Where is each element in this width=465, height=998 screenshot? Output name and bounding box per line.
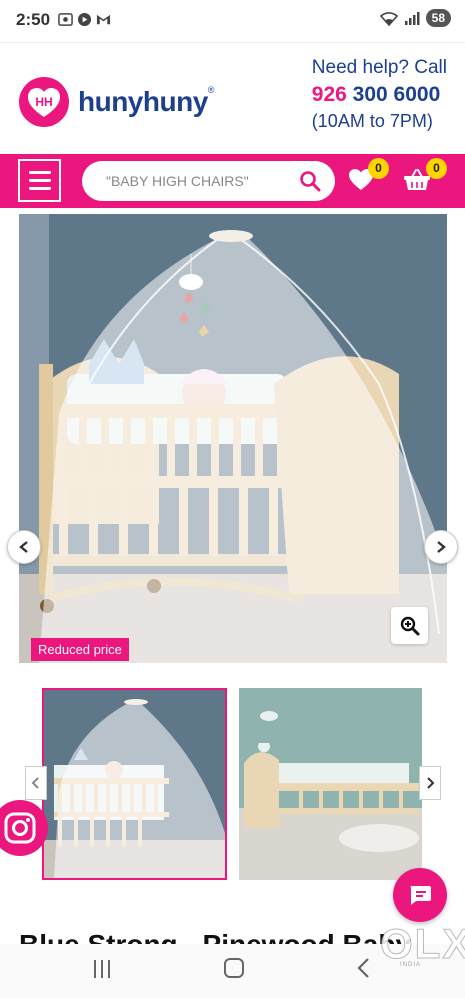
recents-button[interactable]	[94, 960, 110, 978]
help-hours: (10AM to 7PM)	[311, 111, 433, 131]
status-time: 2:50	[16, 10, 51, 29]
logo-heart-icon: HH	[19, 77, 69, 127]
home-button[interactable]	[224, 958, 244, 978]
search-placeholder: "BABY HIGH CHAIRS"	[106, 173, 249, 189]
image-prev-button[interactable]	[7, 530, 41, 564]
instagram-icon	[4, 812, 36, 844]
help-title: Need help? Call	[311, 57, 447, 78]
reduced-price-badge: Reduced price	[31, 638, 129, 661]
thumbnail-crib-photo	[44, 690, 225, 878]
cart-count-badge: 0	[426, 158, 447, 179]
thumbnail-prev-button[interactable]	[25, 766, 47, 800]
help-phone[interactable]: 926 300 6000	[312, 83, 447, 107]
zoom-button[interactable]	[391, 607, 428, 644]
chevron-left-icon	[31, 777, 39, 789]
wishlist-count-badge: 0	[368, 158, 389, 179]
image-next-button[interactable]	[424, 530, 458, 564]
menu-line	[28, 171, 51, 174]
hamburger-menu-button[interactable]	[18, 159, 61, 202]
help-contact: Need help? Call 926 300 6000 (10AM to 7P…	[312, 57, 447, 132]
olx-watermark-sub: INDIA	[400, 962, 422, 968]
thumbnail-1[interactable]	[42, 688, 227, 880]
status-bar: 2:50 58	[0, 0, 465, 42]
logo-registered-mark: ®	[207, 85, 215, 95]
thumbnail-2[interactable]	[239, 688, 422, 880]
back-icon[interactable]	[356, 957, 372, 979]
search-icon[interactable]	[299, 170, 321, 192]
olx-watermark: OLX	[379, 920, 465, 968]
battery-indicator: 58	[425, 9, 451, 27]
chevron-left-icon	[19, 541, 28, 553]
search-input[interactable]: "BABY HIGH CHAIRS"	[82, 161, 335, 201]
svg-text:HH: HH	[35, 95, 52, 109]
cart-button[interactable]: 0	[403, 158, 447, 197]
recents-bar	[94, 960, 96, 978]
menu-line	[28, 179, 51, 182]
signal-icon	[404, 11, 420, 25]
chat-icon	[410, 886, 431, 905]
menu-line	[28, 187, 51, 190]
zoom-in-icon	[400, 616, 419, 635]
status-notification-icons	[58, 12, 111, 27]
chevron-right-icon	[427, 777, 435, 789]
hunyhuny-logo[interactable]: HH hunyhuny ®	[18, 76, 214, 128]
screen-record-icon	[58, 13, 73, 26]
wishlist-button[interactable]: 0	[348, 158, 389, 197]
play-icon	[77, 12, 92, 27]
thumbnail-next-button[interactable]	[419, 766, 441, 800]
status-right: 58	[379, 9, 451, 27]
gmail-icon	[96, 14, 111, 25]
recents-bar	[101, 960, 103, 978]
logo-text: hunyhuny	[78, 86, 208, 117]
nav-bar: "BABY HIGH CHAIRS" 0 0	[0, 154, 465, 208]
help-phone-number: 300 6000	[346, 83, 441, 106]
crib-photo	[19, 214, 447, 663]
help-phone-prefix: 926	[311, 83, 347, 106]
site-header: HH hunyhuny ® Need help? Call 926 300 60…	[0, 42, 465, 154]
product-main-image[interactable]	[19, 214, 447, 663]
thumbnail-bed-photo	[239, 688, 422, 880]
instagram-button[interactable]	[0, 800, 48, 856]
recents-bar	[108, 960, 110, 978]
chevron-right-icon	[437, 541, 446, 553]
wifi-icon	[379, 11, 398, 26]
chat-button[interactable]	[393, 868, 447, 922]
